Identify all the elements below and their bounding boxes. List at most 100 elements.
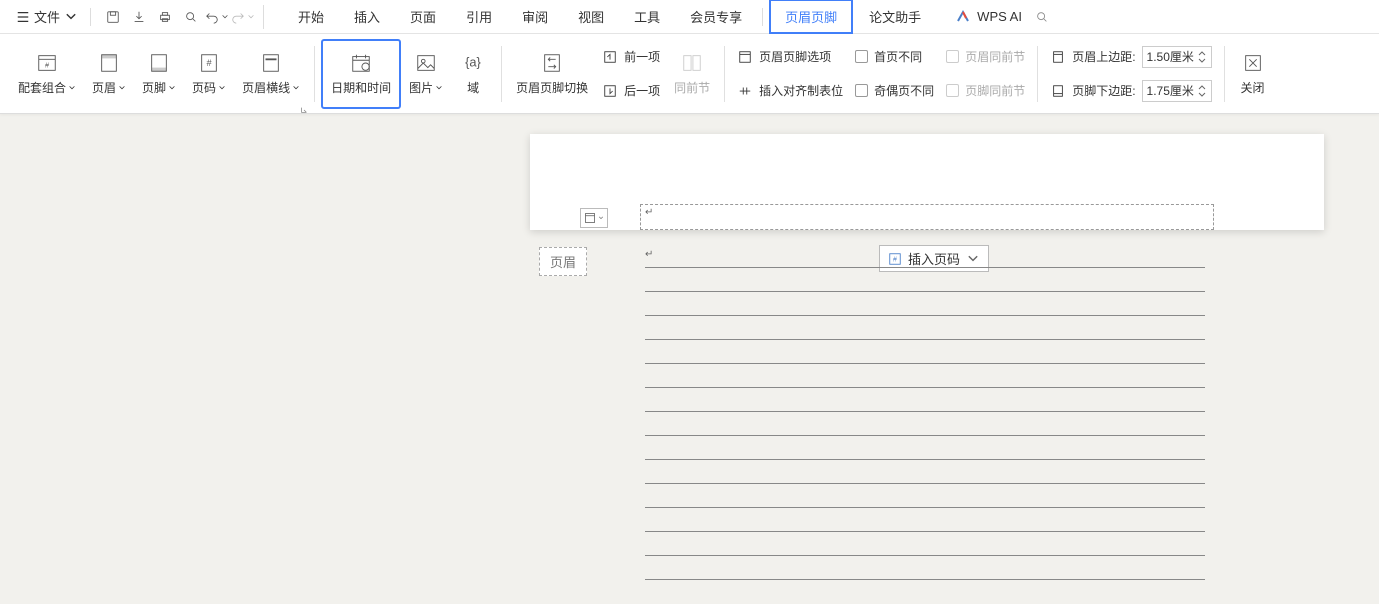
same-prev-icon	[681, 52, 703, 74]
separator	[1037, 46, 1038, 102]
undo-button[interactable]	[205, 5, 229, 29]
calendar-icon	[350, 52, 372, 74]
text-line	[645, 460, 1205, 484]
caret-down-icon	[1198, 92, 1206, 98]
preview-icon	[184, 10, 198, 24]
document-canvas[interactable]: 页眉 # 插入页码	[0, 114, 1379, 604]
file-menu-button[interactable]: 文件	[8, 3, 86, 30]
dialog-launcher[interactable]	[300, 101, 310, 111]
svg-text:#: #	[207, 58, 213, 68]
header-margin-input[interactable]: 1.50厘米	[1142, 46, 1212, 68]
checkbox-icon	[855, 84, 868, 97]
caret-up-icon	[1198, 84, 1206, 90]
tab-view[interactable]: 视图	[564, 1, 618, 32]
header-edit-area[interactable]	[640, 204, 1214, 230]
chevron-down-icon	[168, 84, 176, 92]
separator	[1224, 46, 1225, 102]
page-number-icon: #	[198, 52, 220, 74]
header-icon	[98, 52, 120, 74]
header-margin-row: 页眉上边距: 1.50厘米	[1050, 43, 1211, 71]
save-button[interactable]	[101, 5, 125, 29]
switch-button[interactable]: 页眉页脚切换	[508, 39, 596, 109]
header-line-icon	[260, 52, 282, 74]
tabs-icon	[738, 84, 752, 98]
odd-even-checkbox[interactable]: 奇偶页不同	[855, 77, 934, 105]
chevron-down-icon	[292, 84, 300, 92]
header-small-icon	[584, 212, 596, 224]
same-prev-button: 同前节	[666, 39, 718, 109]
search-button[interactable]	[1030, 5, 1054, 29]
header-button[interactable]: 页眉	[84, 39, 134, 109]
undo-icon	[205, 10, 219, 24]
text-line	[645, 364, 1205, 388]
print-preview-button[interactable]	[179, 5, 203, 29]
close-icon	[1242, 52, 1264, 74]
switch-icon	[541, 52, 563, 74]
checkbox-icon	[946, 84, 959, 97]
insert-tabs-button[interactable]: 插入对齐制表位	[737, 77, 843, 105]
chevron-down-icon	[247, 13, 255, 21]
footer-margin-input[interactable]: 1.75厘米	[1142, 80, 1212, 102]
save-icon	[106, 10, 120, 24]
header-dropdown[interactable]	[580, 208, 608, 228]
tab-member[interactable]: 会员专享	[676, 1, 756, 32]
chevron-down-icon	[64, 10, 78, 24]
document-body[interactable]	[645, 244, 1205, 580]
close-button[interactable]: 关闭	[1231, 39, 1275, 109]
print-button[interactable]	[153, 5, 177, 29]
tab-insert[interactable]: 插入	[340, 1, 394, 32]
tab-start[interactable]: 开始	[284, 1, 338, 32]
footer-margin-row: 页脚下边距: 1.75厘米	[1050, 77, 1211, 105]
text-line	[645, 388, 1205, 412]
tab-tools[interactable]: 工具	[620, 1, 674, 32]
chevron-down-icon	[598, 212, 604, 224]
first-diff-checkbox[interactable]: 首页不同	[855, 43, 934, 71]
text-line	[645, 412, 1205, 436]
tab-page[interactable]: 页面	[396, 1, 450, 32]
next-item-button[interactable]: 后一项	[602, 77, 660, 105]
spin-down[interactable]	[1197, 91, 1207, 99]
redo-button[interactable]	[231, 5, 255, 29]
caret-up-icon	[1198, 50, 1206, 56]
footer-icon	[148, 52, 170, 74]
date-time-button[interactable]: 日期和时间	[321, 39, 401, 109]
text-line	[645, 268, 1205, 292]
picture-button[interactable]: 图片	[401, 39, 451, 109]
next-icon	[603, 84, 617, 98]
text-line	[645, 340, 1205, 364]
chevron-down-icon	[218, 84, 226, 92]
text-line	[645, 292, 1205, 316]
header-badge: 页眉	[539, 247, 587, 276]
wps-ai-button[interactable]: WPS AI	[955, 9, 1022, 25]
tab-review[interactable]: 审阅	[508, 1, 562, 32]
footer-same-checkbox: 页脚同前节	[946, 77, 1025, 105]
separator	[314, 46, 315, 102]
field-icon: {a}	[462, 52, 484, 74]
header-same-checkbox: 页眉同前节	[946, 43, 1025, 71]
corner-icon	[300, 106, 308, 114]
picture-icon	[415, 52, 437, 74]
tab-thesis[interactable]: 论文助手	[855, 1, 935, 32]
prev-item-button[interactable]: 前一项	[602, 43, 660, 71]
footer-button[interactable]: 页脚	[134, 39, 184, 109]
page-number-button[interactable]: # 页码	[184, 39, 234, 109]
export-button[interactable]	[127, 5, 151, 29]
spin-up[interactable]	[1197, 49, 1207, 57]
combo-button[interactable]: # 配套组合	[10, 39, 84, 109]
spin-up[interactable]	[1197, 83, 1207, 91]
export-icon	[132, 10, 146, 24]
margin-top-icon	[1051, 50, 1065, 64]
page[interactable]	[530, 134, 1324, 230]
tab-header-footer[interactable]: 页眉页脚	[769, 0, 853, 35]
text-line	[645, 436, 1205, 460]
chevron-down-icon	[435, 84, 443, 92]
tab-reference[interactable]: 引用	[452, 1, 506, 32]
header-line-button[interactable]: 页眉横线	[234, 39, 308, 109]
text-line	[645, 244, 1205, 268]
svg-text:{a}: {a}	[465, 55, 481, 70]
options-button[interactable]: 页眉页脚选项	[737, 43, 843, 71]
spin-down[interactable]	[1197, 57, 1207, 65]
prev-icon	[603, 50, 617, 64]
field-button[interactable]: {a} 域	[451, 39, 495, 109]
search-icon	[1035, 10, 1049, 24]
